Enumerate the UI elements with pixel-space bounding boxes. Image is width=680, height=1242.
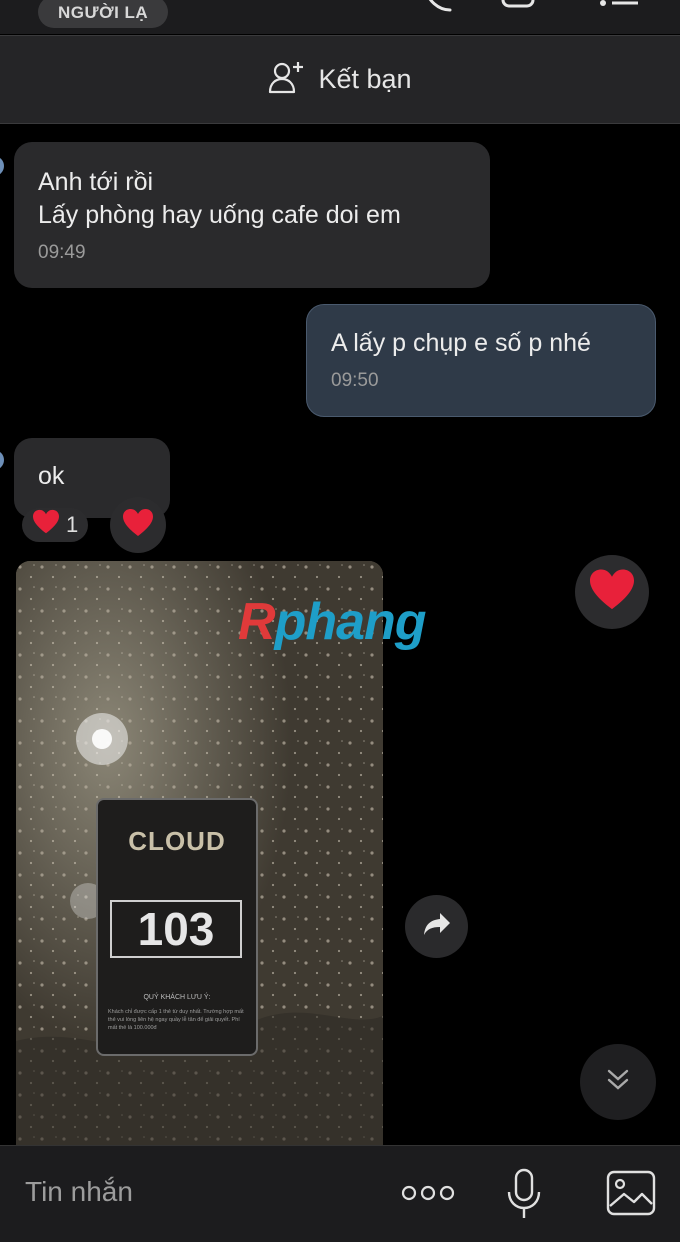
add-friend-label: Kết bạn [318, 64, 412, 94]
add-user-icon [268, 60, 306, 99]
chevron-double-down-icon [605, 1067, 631, 1098]
reaction-summary[interactable]: 1 [22, 508, 89, 542]
chat-area[interactable]: Anh tới rồi Lấy phòng hay uống cafe doi … [0, 124, 680, 1161]
watermark-rest: phang [274, 593, 427, 651]
stranger-badge: NGƯỜI LẠ [38, 0, 169, 28]
react-button[interactable] [110, 497, 166, 553]
scroll-to-bottom-button[interactable] [580, 1044, 656, 1120]
watermark-first: R [238, 593, 276, 651]
forward-icon [422, 911, 452, 942]
message-bubble[interactable]: Anh tới rồi Lấy phòng hay uống cafe doi … [14, 142, 490, 288]
top-bar: NGƯỜI LẠ [0, 0, 680, 34]
microphone-icon[interactable] [506, 1168, 542, 1225]
card-note: Khách chỉ được cấp 1 thẻ từ duy nhất. Tr… [108, 1009, 244, 1031]
heart-icon [32, 509, 60, 541]
video-call-icon[interactable] [500, 0, 550, 17]
message-input[interactable]: Tin nhắn [25, 1176, 133, 1208]
message-bubble[interactable]: A lấy p chụp e số p nhé 09:50 [306, 304, 656, 417]
message-text: Anh tới rồi Lấy phòng hay uống cafe doi … [38, 168, 401, 229]
message-text: A lấy p chụp e số p nhé [331, 329, 591, 357]
sender-avatar[interactable] [0, 450, 4, 470]
card-brand: CLOUD [128, 826, 226, 856]
image-icon[interactable] [606, 1170, 656, 1221]
heart-icon [122, 508, 154, 543]
heart-icon [588, 568, 636, 617]
watermark: Rphang [238, 592, 427, 652]
reaction-count: 1 [66, 512, 79, 537]
more-icon[interactable] [400, 1180, 456, 1211]
sender-avatar[interactable] [0, 156, 4, 176]
card-note-title: QUÝ KHÁCH LƯU Ý: [143, 994, 211, 1001]
phone-icon[interactable] [420, 0, 460, 17]
menu-icon[interactable] [598, 0, 642, 17]
message-time: 09:49 [38, 242, 86, 263]
room-key-card: CLOUD 103 QUÝ KHÁCH LƯU Ý: Khách chỉ đượ… [96, 798, 258, 1056]
message-time: 09:50 [331, 370, 379, 391]
room-number: 103 [110, 900, 242, 958]
add-friend-button[interactable]: Kết bạn [0, 35, 680, 124]
forward-button[interactable] [405, 895, 468, 958]
message-input-bar: Tin nhắn [0, 1145, 680, 1242]
quick-heart-reaction-button[interactable] [575, 555, 649, 629]
message-text: ok [38, 462, 65, 490]
